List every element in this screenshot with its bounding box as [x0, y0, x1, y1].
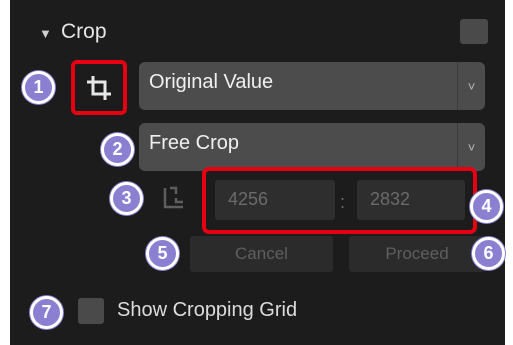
- crop-mode-dropdown[interactable]: Free Crop ˅: [139, 123, 485, 171]
- show-cropping-grid-label[interactable]: Show Cropping Grid: [117, 299, 297, 322]
- section-title[interactable]: Crop: [61, 20, 107, 44]
- callout-badge-3: 3: [110, 182, 143, 215]
- callout-badge-7: 7: [30, 296, 63, 329]
- cancel-button[interactable]: Cancel: [190, 236, 333, 272]
- callout-badge-2: 2: [101, 133, 134, 166]
- crop-ratio-value: Original Value: [149, 71, 274, 93]
- dimensions-highlight: [202, 167, 477, 234]
- callout-badge-5: 5: [146, 237, 179, 270]
- callout-badge-4: 4: [470, 190, 503, 223]
- crop-mode-value: Free Crop: [149, 132, 240, 154]
- swap-orientation-button[interactable]: [157, 183, 187, 213]
- show-cropping-grid-checkbox[interactable]: [78, 298, 104, 324]
- chevron-down-icon: ˅: [457, 123, 485, 171]
- chevron-down-icon: ˅: [457, 62, 485, 110]
- crop-tool-button[interactable]: [71, 60, 127, 115]
- callout-badge-1: 1: [22, 71, 55, 104]
- proceed-button[interactable]: Proceed: [349, 236, 485, 272]
- crop-icon: [87, 75, 111, 100]
- crop-ratio-dropdown[interactable]: Original Value ˅: [139, 62, 485, 110]
- swap-orientation-icon: [163, 186, 183, 209]
- section-toggle-box[interactable]: [460, 19, 488, 44]
- collapse-arrow-icon[interactable]: ▼: [39, 26, 52, 41]
- callout-badge-6: 6: [472, 237, 505, 270]
